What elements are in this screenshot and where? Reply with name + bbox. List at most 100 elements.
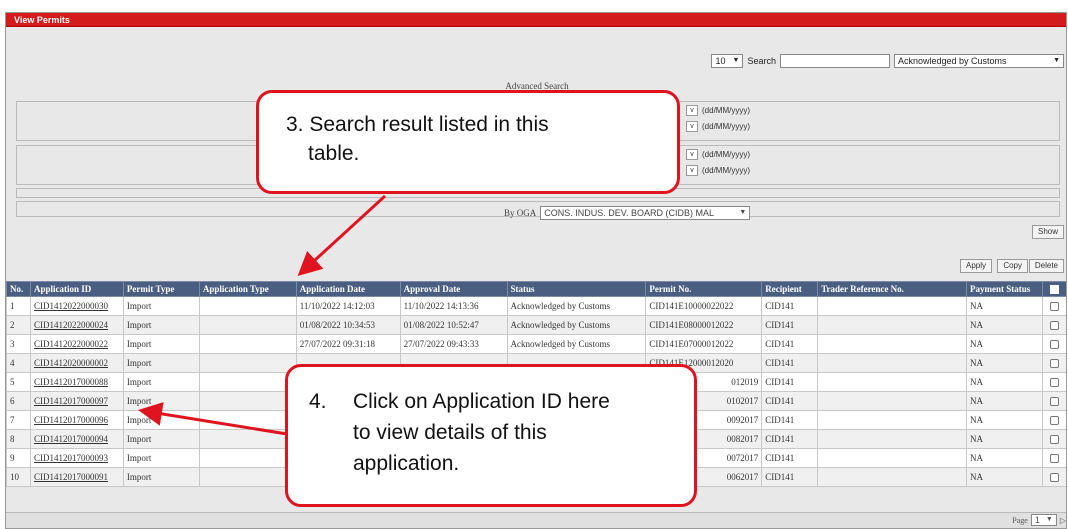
delete-button[interactable]: Delete xyxy=(1028,259,1064,273)
date-picker-button[interactable]: v xyxy=(686,165,698,176)
row-checkbox[interactable] xyxy=(1041,448,1066,468)
col-header[interactable]: Permit No. xyxy=(645,281,763,297)
cell-payment: NA xyxy=(965,353,1043,373)
cell-trader-ref xyxy=(817,467,967,487)
cell-recipient: CID141 xyxy=(761,429,819,449)
application-id-link[interactable]: CID1412017000094 xyxy=(29,429,124,449)
search-toolbar: 10 ▼ Search Acknowledged by Customs ▼ xyxy=(711,53,1064,69)
apply-button[interactable]: Apply xyxy=(959,259,992,273)
cell-permit-type: Import xyxy=(122,315,200,335)
cell-recipient: CID141 xyxy=(761,353,819,373)
cell-approval-date: 01/08/2022 10:52:47 xyxy=(399,315,508,335)
col-header[interactable]: Trader Reference No. xyxy=(817,281,967,297)
cell-payment: NA xyxy=(965,391,1043,411)
cell-payment: NA xyxy=(965,315,1043,335)
row-checkbox[interactable] xyxy=(1041,410,1066,430)
show-button[interactable]: Show xyxy=(1031,225,1064,239)
date-field: v (dd/MM/yyyy) xyxy=(686,165,750,176)
callout-step-4-line1: Click on Application ID here xyxy=(353,390,610,413)
cell-recipient: CID141 xyxy=(761,296,819,316)
row-checkbox[interactable] xyxy=(1041,372,1066,392)
cell-permit-type: Import xyxy=(122,467,200,487)
cell-trader-ref xyxy=(817,410,967,430)
oga-select[interactable]: CONS. INDUS. DEV. BOARD (CIDB) MAL ▼ xyxy=(540,206,751,220)
cell-trader-ref xyxy=(817,353,967,373)
table-row: 2 CID1412022000024 Import 01/08/2022 10:… xyxy=(6,315,1066,335)
panel-title: View Permits xyxy=(6,13,1066,27)
row-checkbox[interactable] xyxy=(1041,353,1066,373)
col-header[interactable]: Status xyxy=(506,281,647,297)
chevron-down-icon: ▼ xyxy=(732,57,740,64)
cell-recipient: CID141 xyxy=(761,391,819,411)
cell-status: Acknowledged by Customs xyxy=(506,315,647,335)
cell-no: 1 xyxy=(6,296,31,316)
callout-step-4-line3: application. xyxy=(353,452,460,475)
cell-no: 2 xyxy=(6,315,31,335)
select-all-checkbox[interactable] xyxy=(1041,281,1066,297)
col-header: No. xyxy=(6,281,31,297)
row-checkbox[interactable] xyxy=(1041,334,1066,354)
cell-app-type xyxy=(198,334,297,354)
row-checkbox[interactable] xyxy=(1041,429,1066,449)
application-id-link[interactable]: CID1412022000030 xyxy=(29,296,124,316)
application-id-link[interactable]: CID1412020000002 xyxy=(29,353,124,373)
row-checkbox[interactable] xyxy=(1041,315,1066,335)
application-id-link[interactable]: CID1412017000096 xyxy=(29,410,124,430)
cell-no: 9 xyxy=(6,448,31,468)
cell-trader-ref xyxy=(817,429,967,449)
status-filter-select[interactable]: Acknowledged by Customs ▼ xyxy=(894,54,1064,68)
cell-no: 6 xyxy=(6,391,31,411)
chevron-down-icon: ▼ xyxy=(1045,516,1053,523)
cell-payment: NA xyxy=(965,410,1043,430)
chevron-down-icon: ▼ xyxy=(739,209,747,216)
cell-status: Acknowledged by Customs xyxy=(506,334,647,354)
application-id-link[interactable]: CID1412017000097 xyxy=(29,391,124,411)
cell-recipient: CID141 xyxy=(761,448,819,468)
row-checkbox[interactable] xyxy=(1041,391,1066,411)
col-header[interactable]: Application ID xyxy=(29,281,124,297)
col-header[interactable]: Permit Type xyxy=(122,281,200,297)
cell-app-date: 27/07/2022 09:31:18 xyxy=(295,334,401,354)
col-header[interactable]: Application Date xyxy=(295,281,401,297)
page-select[interactable]: 1 ▼ xyxy=(1030,514,1057,526)
cell-app-date: 01/08/2022 10:34:53 xyxy=(295,315,401,335)
application-id-link[interactable]: CID1412017000093 xyxy=(29,448,124,468)
application-id-link[interactable]: CID1412022000022 xyxy=(29,334,124,354)
cell-status: Acknowledged by Customs xyxy=(506,296,647,316)
cell-recipient: CID141 xyxy=(761,410,819,430)
application-id-link[interactable]: CID1412017000091 xyxy=(29,467,124,487)
cell-no: 7 xyxy=(6,410,31,430)
cell-permit-type: Import xyxy=(122,391,200,411)
chevron-down-icon: ▼ xyxy=(1053,57,1060,64)
date-picker-button[interactable]: v xyxy=(686,121,698,132)
cell-approval-date: 11/10/2022 14:13:36 xyxy=(399,296,508,316)
cell-no: 5 xyxy=(6,372,31,392)
cell-no: 8 xyxy=(6,429,31,449)
row-checkbox[interactable] xyxy=(1041,296,1066,316)
next-page-icon[interactable]: ▷ xyxy=(1060,516,1066,525)
date-picker-button[interactable]: v xyxy=(686,149,698,160)
search-input[interactable] xyxy=(780,54,890,68)
col-header[interactable]: Payment Status xyxy=(965,281,1043,297)
cell-app-type xyxy=(198,353,297,373)
application-id-link[interactable]: CID1412022000024 xyxy=(29,315,124,335)
col-header[interactable]: Application Type xyxy=(198,281,297,297)
cell-app-type xyxy=(198,429,297,449)
table-row: 1 CID1412022000030 Import 11/10/2022 14:… xyxy=(6,296,1066,316)
cell-payment: NA xyxy=(965,372,1043,392)
col-header[interactable]: Recipient xyxy=(761,281,819,297)
callout-step-3-line2: table. xyxy=(308,142,360,165)
page-label: Page xyxy=(1012,515,1028,525)
callout-step-4-number: 4. xyxy=(309,390,327,413)
search-label: Search xyxy=(747,56,776,66)
cell-payment: NA xyxy=(965,429,1043,449)
date-picker-button[interactable]: v xyxy=(686,105,698,116)
application-id-link[interactable]: CID1412017000088 xyxy=(29,372,124,392)
page-size-select[interactable]: 10 ▼ xyxy=(711,54,744,68)
cell-permit-no: CID141E07000012022 xyxy=(645,334,763,354)
callout-step-3-line1: 3. Search result listed in this xyxy=(286,113,549,136)
copy-button[interactable]: Copy xyxy=(997,259,1028,273)
row-checkbox[interactable] xyxy=(1041,467,1066,487)
col-header[interactable]: Approval Date xyxy=(399,281,508,297)
cell-approval-date: 27/07/2022 09:43:33 xyxy=(399,334,508,354)
